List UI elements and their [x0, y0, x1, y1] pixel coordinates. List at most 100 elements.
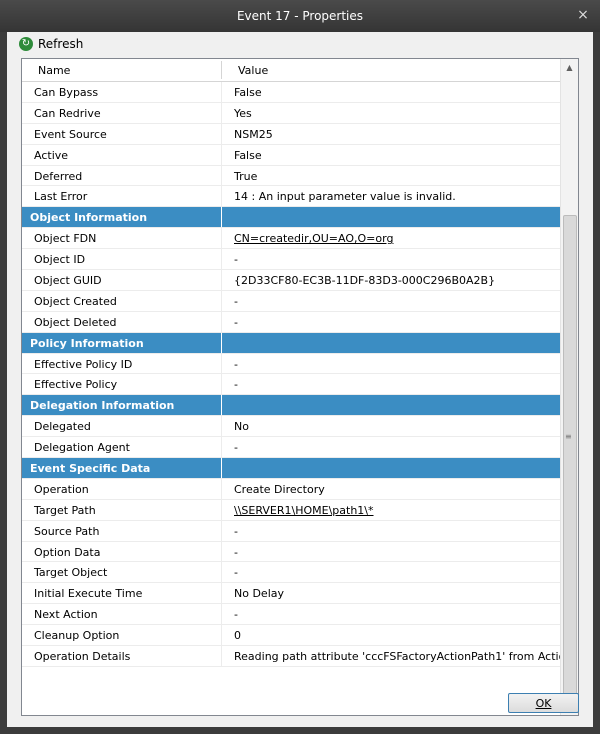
cell-divider [221, 311, 222, 332]
vertical-scrollbar[interactable]: ▲ ≡ ▼ [560, 59, 578, 715]
cell-divider [221, 478, 222, 499]
table-row[interactable]: Initial Execute Time No Delay [22, 583, 560, 605]
property-value: - [234, 524, 238, 538]
cell-divider [221, 583, 222, 604]
table-row[interactable]: Deferred True [22, 165, 560, 187]
property-name: Delegated [34, 420, 91, 434]
table-row[interactable]: Object ID - [22, 249, 560, 271]
table-row[interactable]: Object FDN CN=createdir,OU=AO,O=org [22, 228, 560, 250]
cell-divider [221, 290, 222, 311]
table-row[interactable]: Effective Policy ID - [22, 353, 560, 375]
cell-divider [221, 562, 222, 583]
property-value: Create Directory [234, 482, 325, 496]
cell-divider [221, 270, 222, 290]
table-row[interactable]: Operation Create Directory [22, 478, 560, 500]
property-value: No [234, 420, 249, 434]
property-name: Deferred [34, 169, 83, 183]
property-value-link[interactable]: \\SERVER1\HOME\path1\* [234, 504, 374, 517]
property-name: Next Action [34, 608, 98, 622]
column-header-name[interactable]: Name [38, 64, 70, 77]
table-row[interactable]: Event Source NSM25 [22, 123, 560, 145]
column-header-value[interactable]: Value [238, 64, 268, 77]
table-row[interactable]: Object Created - [22, 290, 560, 312]
property-name: Object ID [34, 253, 86, 267]
scroll-thumb[interactable] [563, 215, 577, 697]
scroll-up-icon[interactable]: ▲ [561, 59, 578, 76]
table-row[interactable]: Source Path - [22, 520, 560, 542]
property-value-link[interactable]: CN=createdir,OU=AO,O=org [234, 232, 393, 245]
table-row[interactable]: Active False [22, 144, 560, 166]
property-name: Operation Details [34, 650, 131, 664]
table-row[interactable]: Can Bypass False [22, 82, 560, 103]
property-value: 14 : An input parameter value is invalid… [234, 190, 456, 204]
section-header-row[interactable]: Object Information [22, 207, 560, 229]
table-row[interactable]: Delegated No [22, 416, 560, 438]
section-title: Delegation Information [30, 399, 175, 413]
property-name: Effective Policy ID [34, 357, 133, 371]
column-divider[interactable] [221, 61, 222, 79]
cell-divider [221, 541, 222, 562]
cell-divider [221, 416, 222, 437]
cell-divider [221, 520, 222, 541]
ok-button[interactable]: OK [508, 693, 579, 713]
cell-divider [221, 332, 222, 353]
property-value: True [234, 169, 258, 183]
property-value: No Delay [234, 587, 284, 601]
cell-divider [221, 625, 222, 646]
cell-divider [221, 207, 222, 228]
table-row[interactable]: Next Action - [22, 604, 560, 626]
cell-divider [221, 374, 222, 395]
cell-divider [221, 353, 222, 374]
table-row[interactable]: Target Path \\SERVER1\HOME\path1\* [22, 499, 560, 521]
property-value: - [234, 294, 238, 308]
table-row[interactable]: Object GUID {2D33CF80-EC3B-11DF-83D3-000C… [22, 270, 560, 291]
table-row[interactable]: Can Redrive Yes [22, 102, 560, 124]
close-icon[interactable]: × [576, 8, 590, 22]
section-header-row[interactable]: Policy Information [22, 332, 560, 354]
ok-label: OK [535, 697, 552, 710]
property-value: - [234, 357, 238, 371]
dialog-client: ↻ Refresh Name Value Can Bypass False Can … [7, 32, 593, 727]
grid-header: Name Value [22, 59, 560, 82]
table-row[interactable]: Target Object - [22, 562, 560, 584]
property-value: - [234, 545, 238, 559]
title-bar: Event 17 - Properties × [0, 0, 600, 32]
cell-divider [221, 249, 222, 270]
refresh-icon: ↻ [19, 37, 33, 51]
table-row[interactable]: Last Error 14 : An input parameter value … [22, 186, 560, 208]
property-name: Option Data [34, 545, 101, 559]
cell-divider [221, 395, 222, 416]
refresh-button[interactable]: ↻ Refresh [19, 35, 83, 53]
section-title: Object Information [30, 211, 148, 225]
cell-divider [221, 102, 222, 123]
cell-divider [221, 165, 222, 186]
property-value: 0 [234, 629, 241, 643]
cell-divider [221, 144, 222, 165]
window-title: Event 17 - Properties [236, 9, 364, 23]
property-name: Can Redrive [34, 106, 101, 120]
section-title: Event Specific Data [30, 462, 151, 476]
section-header-row[interactable]: Delegation Information [22, 395, 560, 417]
property-name: Object Deleted [34, 315, 117, 329]
cell-divider [221, 123, 222, 144]
property-name: Source Path [34, 524, 100, 538]
cell-divider [221, 499, 222, 520]
section-title: Policy Information [30, 336, 144, 350]
property-value: - [234, 441, 238, 455]
property-name: Delegation Agent [34, 441, 130, 455]
property-value: {2D33CF80-EC3B-11DF-83D3-000C296B0A2B} [234, 274, 496, 288]
cell-divider [221, 604, 222, 625]
table-row[interactable]: Cleanup Option 0 [22, 625, 560, 647]
cell-divider [221, 82, 222, 102]
table-row[interactable]: Delegation Agent - [22, 437, 560, 459]
toolbar: ↻ Refresh [7, 32, 593, 56]
cell-divider [221, 186, 222, 207]
property-name: Event Source [34, 127, 107, 141]
grip-icon: ≡ [565, 432, 572, 441]
table-row[interactable]: Option Data - [22, 541, 560, 563]
table-row[interactable]: Object Deleted - [22, 311, 560, 333]
property-value: Reading path attribute 'cccFSFactoryActi… [234, 650, 579, 664]
section-header-row[interactable]: Event Specific Data [22, 458, 560, 479]
table-row[interactable]: Operation Details Reading path attribute … [22, 646, 578, 667]
table-row[interactable]: Effective Policy - [22, 374, 560, 396]
